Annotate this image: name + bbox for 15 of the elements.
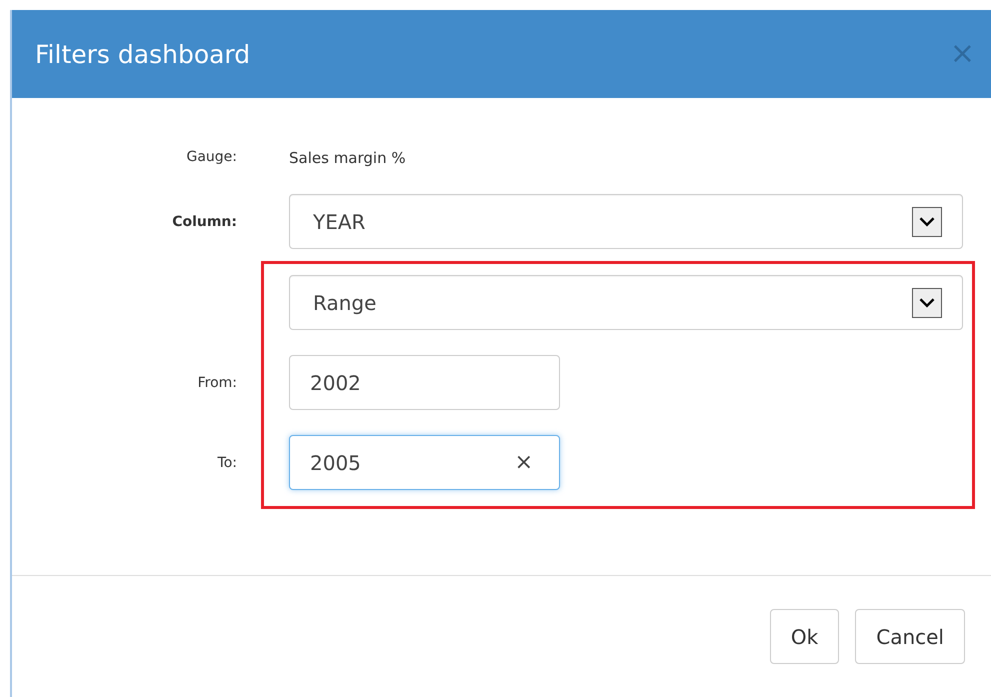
dropdown-select[interactable]: YEAR: [289, 194, 963, 249]
field-label: From:: [198, 374, 237, 390]
cancel-button[interactable]: Cancel: [855, 609, 965, 664]
ok-button[interactable]: Ok: [770, 609, 840, 664]
gauge-value: Sales margin %: [289, 148, 406, 166]
dialog-title: Filters dashboard: [35, 40, 250, 68]
field-label: To:: [218, 454, 237, 470]
input-field[interactable]: 2002: [289, 355, 560, 410]
chevron-down-icon: [912, 206, 942, 236]
dropdown-select[interactable]: Range: [289, 275, 963, 330]
input-field[interactable]: 2005 ×: [289, 435, 560, 490]
chevron-down-icon: [912, 288, 942, 318]
field-label: Column:: [172, 214, 237, 230]
clear-button[interactable]: ×: [514, 450, 533, 475]
field-label: Gauge:: [186, 149, 237, 165]
